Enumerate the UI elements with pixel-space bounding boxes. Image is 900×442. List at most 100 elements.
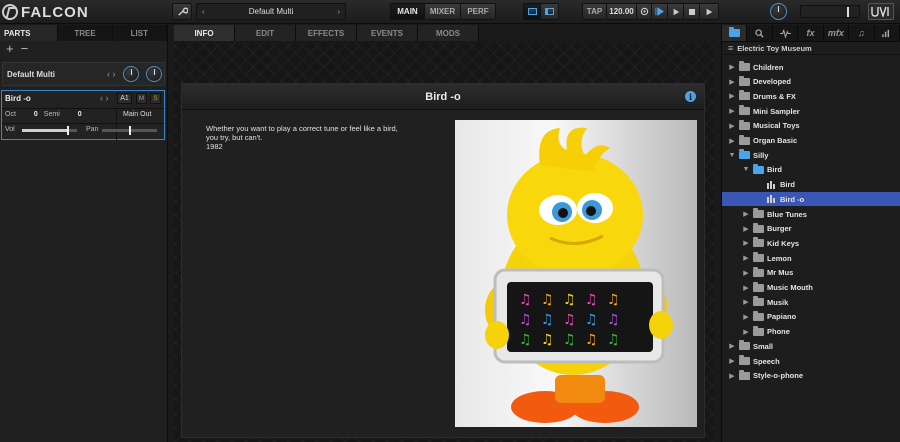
master-level-slider[interactable] xyxy=(800,5,860,18)
add-part-icon[interactable]: + xyxy=(6,41,14,56)
collapsed-arrow-icon[interactable]: ▶ xyxy=(728,63,736,71)
library-header[interactable]: ≡ Electric Toy Museum xyxy=(722,42,900,55)
master-volume-knob[interactable] xyxy=(770,3,787,20)
tab-info[interactable]: INFO xyxy=(174,25,235,41)
layout-single-icon[interactable] xyxy=(524,4,541,19)
collapsed-arrow-icon[interactable]: ▶ xyxy=(742,298,750,306)
sync-icon[interactable] xyxy=(637,4,652,19)
tree-folder-item[interactable]: ▶ Kid Keys xyxy=(722,236,900,250)
prev-preset-arrow-icon[interactable]: ‹ xyxy=(202,7,205,16)
collapsed-arrow-icon[interactable]: ▶ xyxy=(742,239,750,247)
tap-tempo-button[interactable]: TAP xyxy=(583,4,607,19)
collapsed-arrow-icon[interactable]: ▶ xyxy=(742,254,750,262)
note-icon[interactable]: ♫ xyxy=(849,25,875,41)
collapsed-arrow-icon[interactable]: ▶ xyxy=(728,107,736,115)
preset-selector[interactable]: ‹ Default Multi › xyxy=(196,3,346,20)
tree-folder-item[interactable]: ▶ Organ Basic xyxy=(722,134,900,148)
solo-button[interactable]: S xyxy=(150,93,161,104)
tree-folder-item[interactable]: ▶ Small xyxy=(722,339,900,353)
tree-folder-item[interactable]: ▶ Children xyxy=(722,60,900,74)
multi-nav-arrows-icon[interactable]: ‹ › xyxy=(107,69,116,79)
tree-folder-item[interactable]: ▶ Phone xyxy=(722,325,900,339)
volume-slider-handle[interactable] xyxy=(67,126,70,135)
tempo-display[interactable]: 120.00 xyxy=(607,4,637,19)
tree-preset-item[interactable]: Bird -o xyxy=(722,192,900,207)
tree-folder-item[interactable]: ▶ Burger xyxy=(722,222,900,236)
uvi-logo-icon[interactable] xyxy=(868,3,894,20)
waveform-icon[interactable] xyxy=(773,25,799,41)
tree-folder-item[interactable]: ▶ Musical Toys xyxy=(722,119,900,133)
part-slot[interactable]: A1 xyxy=(117,93,132,104)
collapsed-arrow-icon[interactable]: ▶ xyxy=(728,122,736,130)
stop-icon[interactable] xyxy=(684,4,700,19)
output-selector[interactable]: Main Out xyxy=(123,111,151,118)
tree-folder-item[interactable]: ▶ Blue Tunes xyxy=(722,207,900,221)
collapsed-arrow-icon[interactable]: ▶ xyxy=(728,357,736,365)
tab-events[interactable]: EVENTS xyxy=(357,25,418,41)
part-strip[interactable]: Bird -o ‹ › A1 M S Oct 0 Semi 0 Main Out… xyxy=(1,90,165,140)
collapsed-arrow-icon[interactable]: ▶ xyxy=(728,137,736,145)
search-icon[interactable] xyxy=(747,25,773,41)
tree-folder-item[interactable]: ▶ Music Mouth xyxy=(722,281,900,295)
play-pause-icon[interactable] xyxy=(652,4,668,19)
expanded-arrow-icon[interactable]: ▼ xyxy=(742,166,750,173)
wrench-icon[interactable] xyxy=(172,3,192,20)
tree-folder-item[interactable]: ▼ Silly xyxy=(722,148,900,162)
collapsed-arrow-icon[interactable]: ▶ xyxy=(742,284,750,292)
tab-effects[interactable]: EFFECTS xyxy=(296,25,357,41)
forward-icon[interactable] xyxy=(700,4,718,19)
tab-parts[interactable]: PARTS xyxy=(0,25,59,41)
tree-folder-item[interactable]: ▶ Style-o-phone xyxy=(722,369,900,383)
info-icon[interactable]: i xyxy=(685,91,696,102)
collapsed-arrow-icon[interactable]: ▶ xyxy=(728,372,736,380)
mfx-icon[interactable]: mfx xyxy=(824,25,850,41)
tree-folder-item[interactable]: ▶ Papiano xyxy=(722,310,900,324)
tree-folder-item[interactable]: ▶ Mr Mus xyxy=(722,266,900,280)
multi-volume-knob[interactable] xyxy=(123,66,139,82)
menu-icon[interactable]: ≡ xyxy=(728,43,733,53)
fx-icon[interactable]: fx xyxy=(798,25,824,41)
folder-icon[interactable] xyxy=(722,25,748,41)
tree-folder-item[interactable]: ▶ Developed xyxy=(722,75,900,89)
expanded-arrow-icon[interactable]: ▼ xyxy=(728,152,736,159)
collapsed-arrow-icon[interactable]: ▶ xyxy=(728,78,736,86)
next-preset-arrow-icon[interactable]: › xyxy=(337,7,340,16)
tree-folder-item[interactable]: ▶ Mini Sampler xyxy=(722,104,900,118)
collapsed-arrow-icon[interactable]: ▶ xyxy=(742,269,750,277)
tab-tree[interactable]: TREE xyxy=(58,25,113,41)
tab-list[interactable]: LIST xyxy=(113,25,167,41)
oct-label: Oct xyxy=(5,111,16,118)
tree-folder-item[interactable]: ▶ Lemon xyxy=(722,251,900,265)
multi-pan-knob[interactable] xyxy=(146,66,162,82)
volume-slider[interactable] xyxy=(22,126,77,135)
collapsed-arrow-icon[interactable]: ▶ xyxy=(742,210,750,218)
collapsed-arrow-icon[interactable]: ▶ xyxy=(742,313,750,321)
tab-perf[interactable]: PERF xyxy=(461,4,495,19)
tab-mixer[interactable]: MIXER xyxy=(425,4,461,19)
layout-split-icon[interactable] xyxy=(541,4,558,19)
multi-row[interactable]: Default Multi ‹ › xyxy=(2,62,165,86)
tree-folder-item[interactable]: ▶ Speech xyxy=(722,354,900,368)
mute-button[interactable]: M xyxy=(136,93,147,104)
tab-main[interactable]: MAIN xyxy=(391,4,425,19)
collapsed-arrow-icon[interactable]: ▶ xyxy=(742,225,750,233)
meter-icon[interactable] xyxy=(875,25,900,41)
remove-part-icon[interactable]: − xyxy=(21,41,29,56)
oct-value[interactable]: 0 xyxy=(34,111,38,118)
master-level-handle[interactable] xyxy=(847,7,849,17)
collapsed-arrow-icon[interactable]: ▶ xyxy=(742,328,750,336)
pan-slider-handle[interactable] xyxy=(128,126,131,135)
collapsed-arrow-icon[interactable]: ▶ xyxy=(728,342,736,350)
pan-slider[interactable] xyxy=(102,126,157,135)
part-nav-arrows-icon[interactable]: ‹ › xyxy=(100,93,109,103)
tree-folder-item[interactable]: ▶ Musik xyxy=(722,295,900,309)
semi-value[interactable]: 0 xyxy=(78,111,82,118)
tab-mods[interactable]: MODS xyxy=(418,25,479,41)
play-icon[interactable] xyxy=(668,4,684,19)
octave-control[interactable]: Oct 0 Semi 0 xyxy=(5,111,85,118)
tree-preset-item[interactable]: Bird xyxy=(722,178,900,192)
tree-folder-item[interactable]: ▶ Drums & FX xyxy=(722,89,900,103)
tree-folder-item[interactable]: ▼ Bird xyxy=(722,163,900,177)
collapsed-arrow-icon[interactable]: ▶ xyxy=(728,92,736,100)
tab-edit[interactable]: EDIT xyxy=(235,25,296,41)
